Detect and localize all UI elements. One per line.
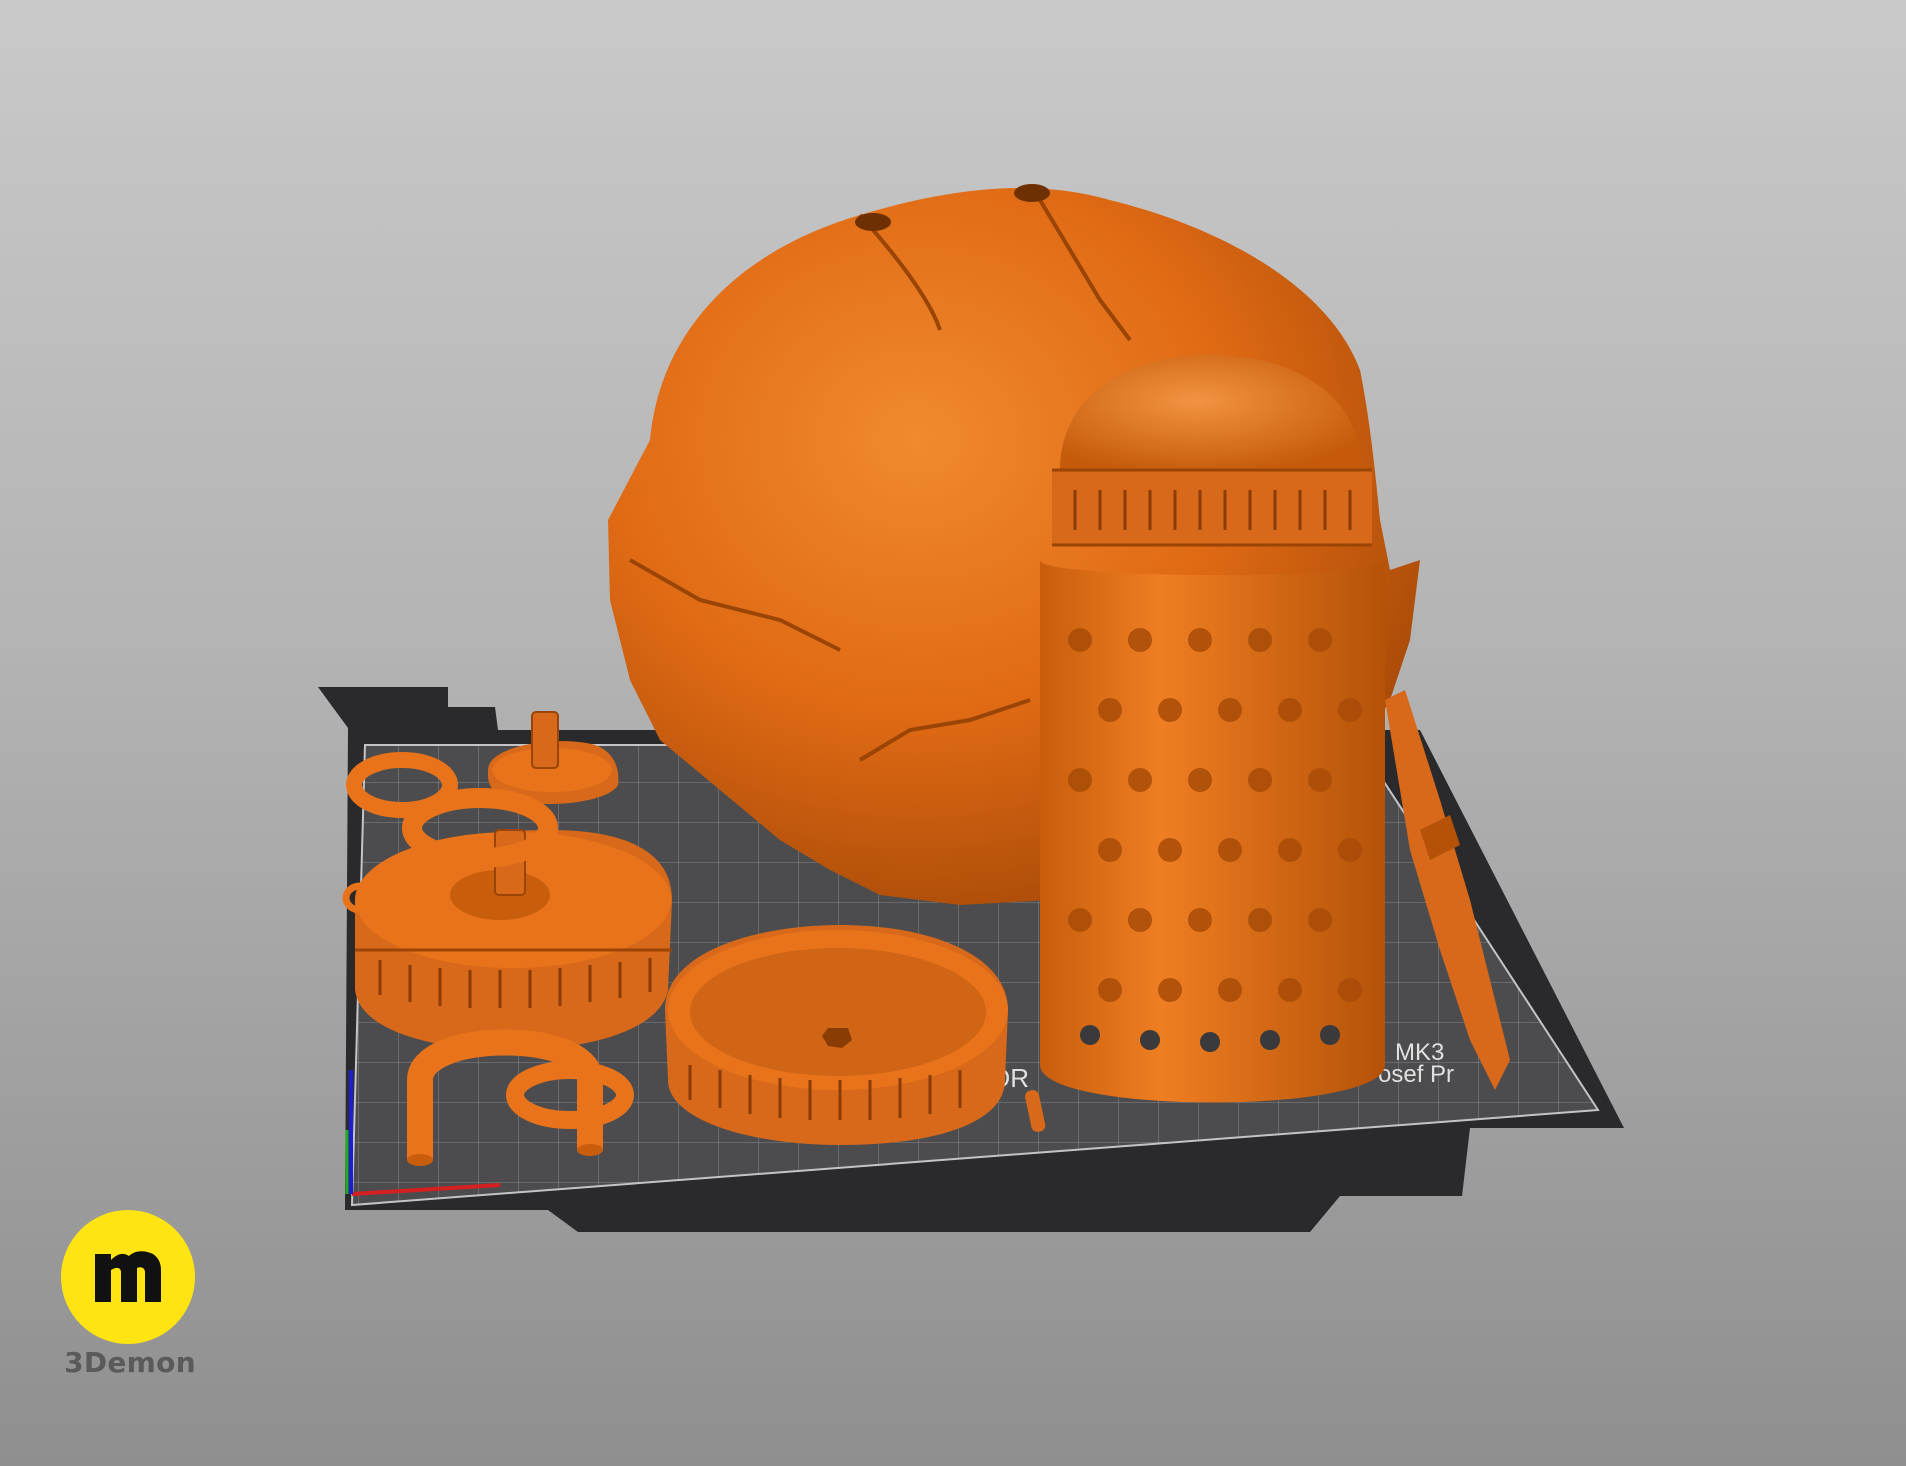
cylinder-container-model[interactable]	[1040, 355, 1385, 1103]
bed-label-brand: osef Pr	[1378, 1061, 1454, 1088]
open-dish-model[interactable]	[665, 925, 1008, 1145]
scene: OR MK3 osef Pr	[318, 184, 1624, 1232]
3demon-logo-icon	[61, 1210, 195, 1344]
small-lid-model[interactable]	[488, 711, 619, 805]
brand-name: 3Demon	[64, 1346, 196, 1379]
brand-logo: 3Demon	[60, 1210, 200, 1379]
3d-viewport[interactable]: OR MK3 osef Pr	[0, 0, 1906, 1466]
